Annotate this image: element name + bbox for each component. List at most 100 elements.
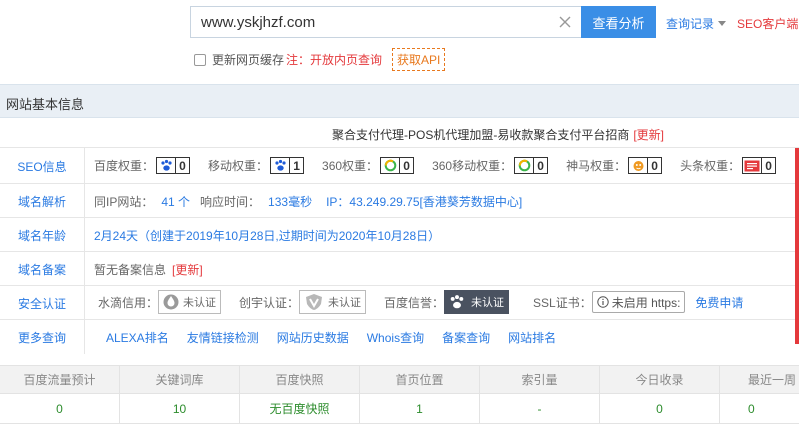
- 360-weight-value: 0: [399, 158, 413, 173]
- seo-client-download-link[interactable]: SEO客户端下: [737, 15, 799, 32]
- water-credit-status: 未认证: [183, 297, 217, 309]
- paw-icon: [157, 158, 175, 173]
- section-title: 网站基本信息: [6, 97, 85, 112]
- same-ip-value[interactable]: 41 个: [161, 193, 190, 210]
- seo-info-row: SEO信息 百度权重： 0 移动权重： 1 360权重： 0 360移动权重： …: [0, 148, 799, 184]
- friend-link-check-link[interactable]: 友情链接检测: [187, 329, 259, 346]
- query-history-label: 查询记录: [666, 17, 715, 31]
- ssl-status-box[interactable]: 未启用 https:: [591, 291, 686, 313]
- clear-icon[interactable]: [557, 14, 573, 30]
- security-label: 安全认证: [17, 297, 66, 311]
- water-credit-label: 水滴信用：: [98, 295, 159, 310]
- site-title-update-link[interactable]: [更新]: [633, 128, 664, 142]
- shenma-icon: [629, 158, 647, 173]
- stats-header-cell: 首页位置: [360, 366, 480, 393]
- shenma-weight-value: 0: [647, 158, 661, 173]
- 360-weight-label: 360权重：: [322, 159, 379, 173]
- dns-content: 同IP网站： 41 个 响应时间： 133毫秒 IP： 43.249.29.75…: [94, 193, 522, 210]
- baidu-weight[interactable]: 百度权重： 0: [94, 157, 191, 174]
- baidu-credit-label: 百度信誉：: [384, 295, 445, 310]
- baidu-weight-label: 百度权重：: [94, 159, 155, 173]
- water-drop-icon: [163, 294, 179, 310]
- icp-query-link[interactable]: 备案查询: [442, 329, 490, 346]
- toutiao-weight-value: 0: [761, 158, 775, 173]
- stats-header-cell: 索引量: [480, 366, 600, 393]
- analyze-button[interactable]: 查看分析: [581, 6, 656, 38]
- site-title: 聚合支付代理-POS机代理加盟-易收款聚合支付平台招商: [332, 128, 630, 142]
- security-content: 水滴信用： 未认证 创宇认证： 未认证 百度信誉： 未认证 SSL证书： 未启用…: [98, 290, 743, 314]
- inner-page-note: 注：开放内页查询: [286, 53, 383, 67]
- info-icon: [597, 296, 609, 308]
- icp-update-link[interactable]: [更新]: [172, 261, 203, 278]
- site-rank-link[interactable]: 网站排名: [508, 329, 556, 346]
- stats-value-row: 0 10 无百度快照 1 - 0 0: [0, 394, 799, 424]
- seo-info-label: SEO信息: [17, 160, 67, 174]
- query-history-dropdown[interactable]: 查询记录: [666, 15, 727, 32]
- site-title-row: 聚合支付代理-POS机代理加盟-易收款聚合支付平台招商 [更新]: [0, 118, 799, 148]
- stats-header-cell: 关键词库: [120, 366, 240, 393]
- security-row: 安全认证 水滴信用： 未认证 创宇认证： 未认证 百度信誉： 未认证 SSL证书…: [0, 286, 799, 320]
- whois-link[interactable]: Whois查询: [367, 329, 424, 346]
- update-cache-label[interactable]: 更新网页缓存: [212, 51, 284, 68]
- mobile-weight-value: 1: [289, 158, 303, 173]
- search-box: [190, 6, 582, 38]
- stats-value-cell[interactable]: 10: [120, 394, 240, 423]
- section-header: 网站基本信息: [0, 84, 799, 118]
- ip-value[interactable]: 43.249.29.75: [349, 195, 419, 209]
- domain-age-row: 域名年龄 2月24天（创建于2019年10月28日,过期时间为2020年10月2…: [0, 218, 799, 252]
- more-queries-row: 更多查询 ALEXA排名 友情链接检测 网站历史数据 Whois查询 备案查询 …: [0, 320, 799, 354]
- same-ip-label: 同IP网站：: [94, 195, 154, 209]
- shenma-weight[interactable]: 神马权重： 0: [566, 157, 663, 174]
- stats-value-cell[interactable]: 0: [600, 394, 720, 423]
- update-cache-checkbox[interactable]: [194, 53, 206, 66]
- ssl-free-apply-link[interactable]: 免费申请: [695, 294, 743, 311]
- 360-mobile-weight[interactable]: 360移动权重： 0: [432, 157, 549, 174]
- stats-value-cell[interactable]: 1: [360, 394, 480, 423]
- url-search-input[interactable]: [191, 7, 551, 37]
- stats-value-cell: -: [480, 394, 600, 423]
- icp-row: 域名备案 暂无备案信息 [更新]: [0, 252, 799, 286]
- stats-value-cell[interactable]: 无百度快照: [240, 394, 360, 423]
- baidu-weight-value: 0: [175, 158, 189, 173]
- paw-icon: [271, 158, 289, 173]
- stats-value-cell[interactable]: 0: [720, 394, 799, 423]
- stats-header-cell: 百度快照: [240, 366, 360, 393]
- chevron-down-icon: [718, 21, 727, 26]
- more-queries-label: 更多查询: [17, 331, 66, 345]
- dns-label: 域名解析: [17, 195, 66, 209]
- stats-header-cell: 最近一周: [748, 373, 797, 387]
- ssl-status: 未启用 https:: [611, 295, 681, 310]
- 360-mobile-weight-label: 360移动权重：: [432, 159, 513, 173]
- more-queries-links: ALEXA排名 友情链接检测 网站历史数据 Whois查询 备案查询 网站排名: [106, 329, 556, 346]
- alexa-rank-link[interactable]: ALEXA排名: [106, 329, 169, 346]
- site-history-link[interactable]: 网站历史数据: [277, 329, 349, 346]
- water-credit-badge[interactable]: 未认证: [158, 290, 222, 314]
- ssl-label: SSL证书：: [533, 295, 592, 310]
- icp-value: 暂无备案信息: [94, 263, 167, 277]
- right-edge-bar: [795, 148, 799, 344]
- shenma-weight-label: 神马权重：: [566, 159, 627, 173]
- shield-v-icon: [306, 294, 323, 310]
- domain-age-value: 2月24天（创建于2019年10月28日,过期时间为2020年10月28日）: [94, 229, 441, 243]
- 360-weight[interactable]: 360权重： 0: [322, 157, 415, 174]
- domain-age-content: 2月24天（创建于2019年10月28日,过期时间为2020年10月28日）: [94, 227, 440, 244]
- ip-location[interactable]: [香港葵芳数据中心]: [420, 193, 523, 210]
- toutiao-weight[interactable]: 头条权重： 0: [680, 157, 777, 174]
- options-row: 更新网页缓存 注：开放内页查询 获取API: [194, 48, 446, 71]
- mobile-weight-label: 移动权重：: [208, 159, 269, 173]
- stats-header-row: 百度流量预计 关键词库 百度快照 首页位置 索引量 今日收录 最近一周: [0, 365, 799, 394]
- get-api-link[interactable]: 获取API: [392, 48, 446, 71]
- stats-value-cell[interactable]: 0: [0, 394, 120, 423]
- 360-mobile-weight-value: 0: [533, 158, 547, 173]
- toutiao-weight-label: 头条权重：: [680, 159, 741, 173]
- stats-header-cell: 百度流量预计: [0, 366, 120, 393]
- ip-label: IP：: [326, 195, 350, 209]
- chuangyu-status: 未认证: [328, 297, 362, 309]
- icp-label: 域名备案: [17, 263, 66, 277]
- chuangyu-label: 创宇认证：: [239, 295, 300, 310]
- baidu-credit-badge[interactable]: 未认证: [444, 290, 510, 314]
- chuangyu-badge[interactable]: 未认证: [299, 290, 367, 314]
- mobile-weight[interactable]: 移动权重： 1: [208, 157, 305, 174]
- paw-icon: [450, 295, 464, 309]
- dns-row: 域名解析 同IP网站： 41 个 响应时间： 133毫秒 IP： 43.249.…: [0, 184, 799, 218]
